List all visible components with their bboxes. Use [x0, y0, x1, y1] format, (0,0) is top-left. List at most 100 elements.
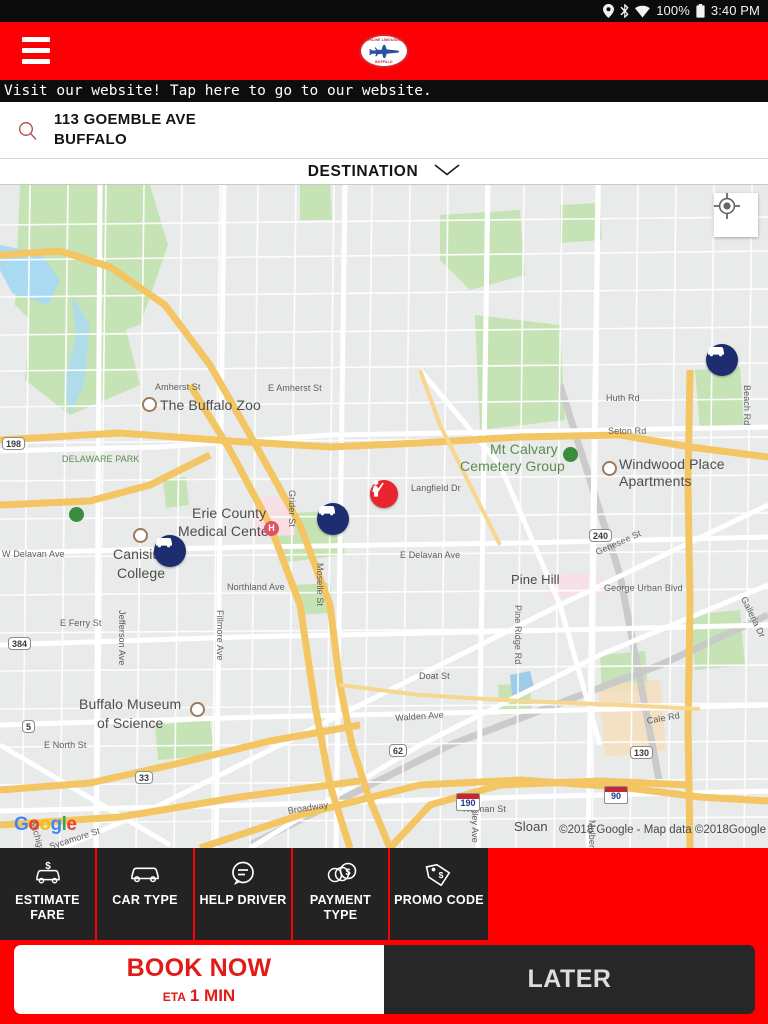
- interstate-shield: 90: [604, 786, 628, 804]
- eta-label: ETA: [162, 989, 186, 1004]
- car-marker-icon: [156, 538, 172, 548]
- action-car-type[interactable]: CAR TYPE: [97, 848, 195, 940]
- map-label: Buffalo Museum: [79, 696, 182, 712]
- map-label: Mt Calvary: [490, 441, 558, 457]
- road-shield: 130: [630, 746, 654, 759]
- map-label: Sloan: [514, 819, 548, 834]
- road-shield: 5: [22, 720, 36, 733]
- airplane-icon: [369, 44, 399, 58]
- pickup-address-row[interactable]: 113 GOEMBLE AVE BUFFALO: [0, 102, 768, 158]
- action-label: PAYMENT: [309, 893, 372, 907]
- action-help-driver[interactable]: HELP DRIVER: [195, 848, 293, 940]
- poi-dot-icon[interactable]: [602, 461, 617, 476]
- my-location-button[interactable]: [714, 193, 758, 237]
- map-label: E Delavan Ave: [400, 550, 461, 560]
- tag-icon: $: [425, 859, 453, 887]
- driver-car-marker[interactable]: [154, 535, 186, 567]
- app-root: 100% 3:40 PM AIRLINE LIMOUSINE BUFFALO V…: [0, 0, 768, 1024]
- poi-dot-icon[interactable]: [142, 397, 157, 412]
- map-label: of Science: [97, 715, 164, 731]
- map-label-rotated: Fillmore Ave: [215, 610, 225, 661]
- app-logo: AIRLINE LIMOUSINE BUFFALO: [359, 34, 409, 68]
- map-label-rotated: Grider St: [287, 490, 297, 527]
- pickup-address-text: 113 GOEMBLE AVE BUFFALO: [54, 110, 196, 150]
- status-bar: 100% 3:40 PM: [0, 0, 768, 22]
- book-now-button[interactable]: BOOK NOW ETA 1 MIN: [14, 945, 384, 1014]
- map-label: W Delavan Ave: [2, 549, 65, 559]
- destination-label: DESTINATION: [307, 162, 419, 180]
- battery-icon: [696, 4, 705, 18]
- road-shield: 62: [389, 744, 408, 757]
- coins-icon: $: [325, 859, 357, 887]
- action-label: PROMO CODE: [394, 893, 484, 907]
- hospital-poi-icon[interactable]: H: [264, 521, 279, 536]
- map-label: Seton Rd: [608, 426, 647, 436]
- map-label: DELAWARE PARK: [62, 454, 140, 464]
- park-poi-icon[interactable]: [563, 447, 578, 462]
- action-label: ESTIMATE: [15, 893, 80, 907]
- road-shield: 33: [135, 771, 154, 784]
- logo-top-text: AIRLINE LIMOUSINE: [365, 38, 403, 42]
- svg-text:$: $: [439, 870, 444, 880]
- map-label: Huth Rd: [606, 393, 640, 403]
- website-promo-strip[interactable]: Visit our website! Tap here to go to our…: [0, 80, 768, 102]
- eta-value: 1 MIN: [189, 985, 236, 1005]
- poi-dot-icon[interactable]: [133, 528, 148, 543]
- map-label: E North St: [44, 740, 87, 750]
- map-label: Apartments: [619, 473, 692, 489]
- action-promo-code[interactable]: $ PROMO CODE: [390, 848, 488, 940]
- poi-dot-icon[interactable]: [190, 702, 205, 717]
- car-dollar-icon: $: [33, 859, 63, 887]
- book-now-label: BOOK NOW: [126, 953, 272, 982]
- svg-text:$: $: [345, 867, 350, 877]
- map-label: George Urban Blvd: [604, 583, 683, 593]
- my-location-icon: [714, 193, 740, 219]
- action-label: HELP DRIVER: [199, 893, 287, 907]
- map-label: Pine Hill: [511, 572, 560, 587]
- destination-row[interactable]: DESTINATION: [0, 158, 768, 185]
- chevron-down-icon[interactable]: [434, 163, 460, 181]
- battery-percent-label: 100%: [656, 3, 690, 18]
- driver-car-marker[interactable]: [317, 503, 349, 535]
- search-icon[interactable]: [0, 121, 54, 140]
- map-label-rotated: Beach Rd: [742, 385, 752, 426]
- map-label: The Buffalo Zoo: [160, 397, 261, 413]
- pickup-address-line1: 113 GOEMBLE AVE: [54, 111, 197, 128]
- map-label: Amherst St: [155, 382, 201, 392]
- driver-car-marker[interactable]: [706, 344, 738, 376]
- app-bar: AIRLINE LIMOUSINE BUFFALO: [0, 22, 768, 80]
- booking-bar: BOOK NOW ETA 1 MIN LATER: [14, 945, 755, 1014]
- map-label-rotated: Pine Ridge Rd: [513, 605, 523, 665]
- pickup-location-marker[interactable]: [370, 480, 398, 508]
- park-poi-icon[interactable]: [69, 507, 84, 522]
- clock-label: 3:40 PM: [710, 3, 760, 18]
- map-label: Medical Center: [178, 523, 274, 539]
- action-estimate-fare[interactable]: $ ESTIMATE FARE: [0, 848, 97, 940]
- later-button[interactable]: LATER: [384, 945, 755, 1014]
- pickup-person-icon: [372, 480, 384, 497]
- map-label: E Ferry St: [60, 618, 102, 628]
- car-icon: [129, 859, 161, 887]
- map-view[interactable]: The Buffalo Zoo Amherst St E Amherst St …: [0, 185, 768, 848]
- hamburger-menu-icon[interactable]: [22, 37, 50, 64]
- action-label-2: FARE: [30, 908, 65, 922]
- car-marker-icon: [708, 347, 724, 357]
- car-marker-icon: [319, 506, 335, 516]
- road-shield: 384: [8, 637, 32, 650]
- map-label: Doat St: [419, 671, 450, 681]
- svg-text:$: $: [45, 861, 51, 872]
- action-label-2: TYPE: [323, 908, 358, 922]
- interstate-shield: 190: [456, 793, 480, 811]
- logo-bottom-text: BUFFALO: [375, 60, 393, 64]
- eta-group: ETA 1 MIN: [163, 986, 235, 1006]
- map-label: Langfield Dr: [411, 483, 461, 493]
- location-icon: [603, 4, 615, 18]
- map-attribution: ©2018 Google - Map data ©2018Google: [559, 824, 766, 836]
- map-label: E Amherst St: [268, 383, 322, 393]
- wifi-icon: [635, 5, 651, 18]
- action-payment-type[interactable]: $ PAYMENT TYPE: [293, 848, 390, 940]
- action-bar: $ ESTIMATE FARE CAR TYPE HELP DRIVER $ P…: [0, 848, 488, 940]
- pickup-address-line2: BUFFALO: [54, 131, 127, 148]
- map-label-rotated: Jefferson Ave: [117, 610, 127, 666]
- map-label: Cemetery Group: [460, 458, 565, 474]
